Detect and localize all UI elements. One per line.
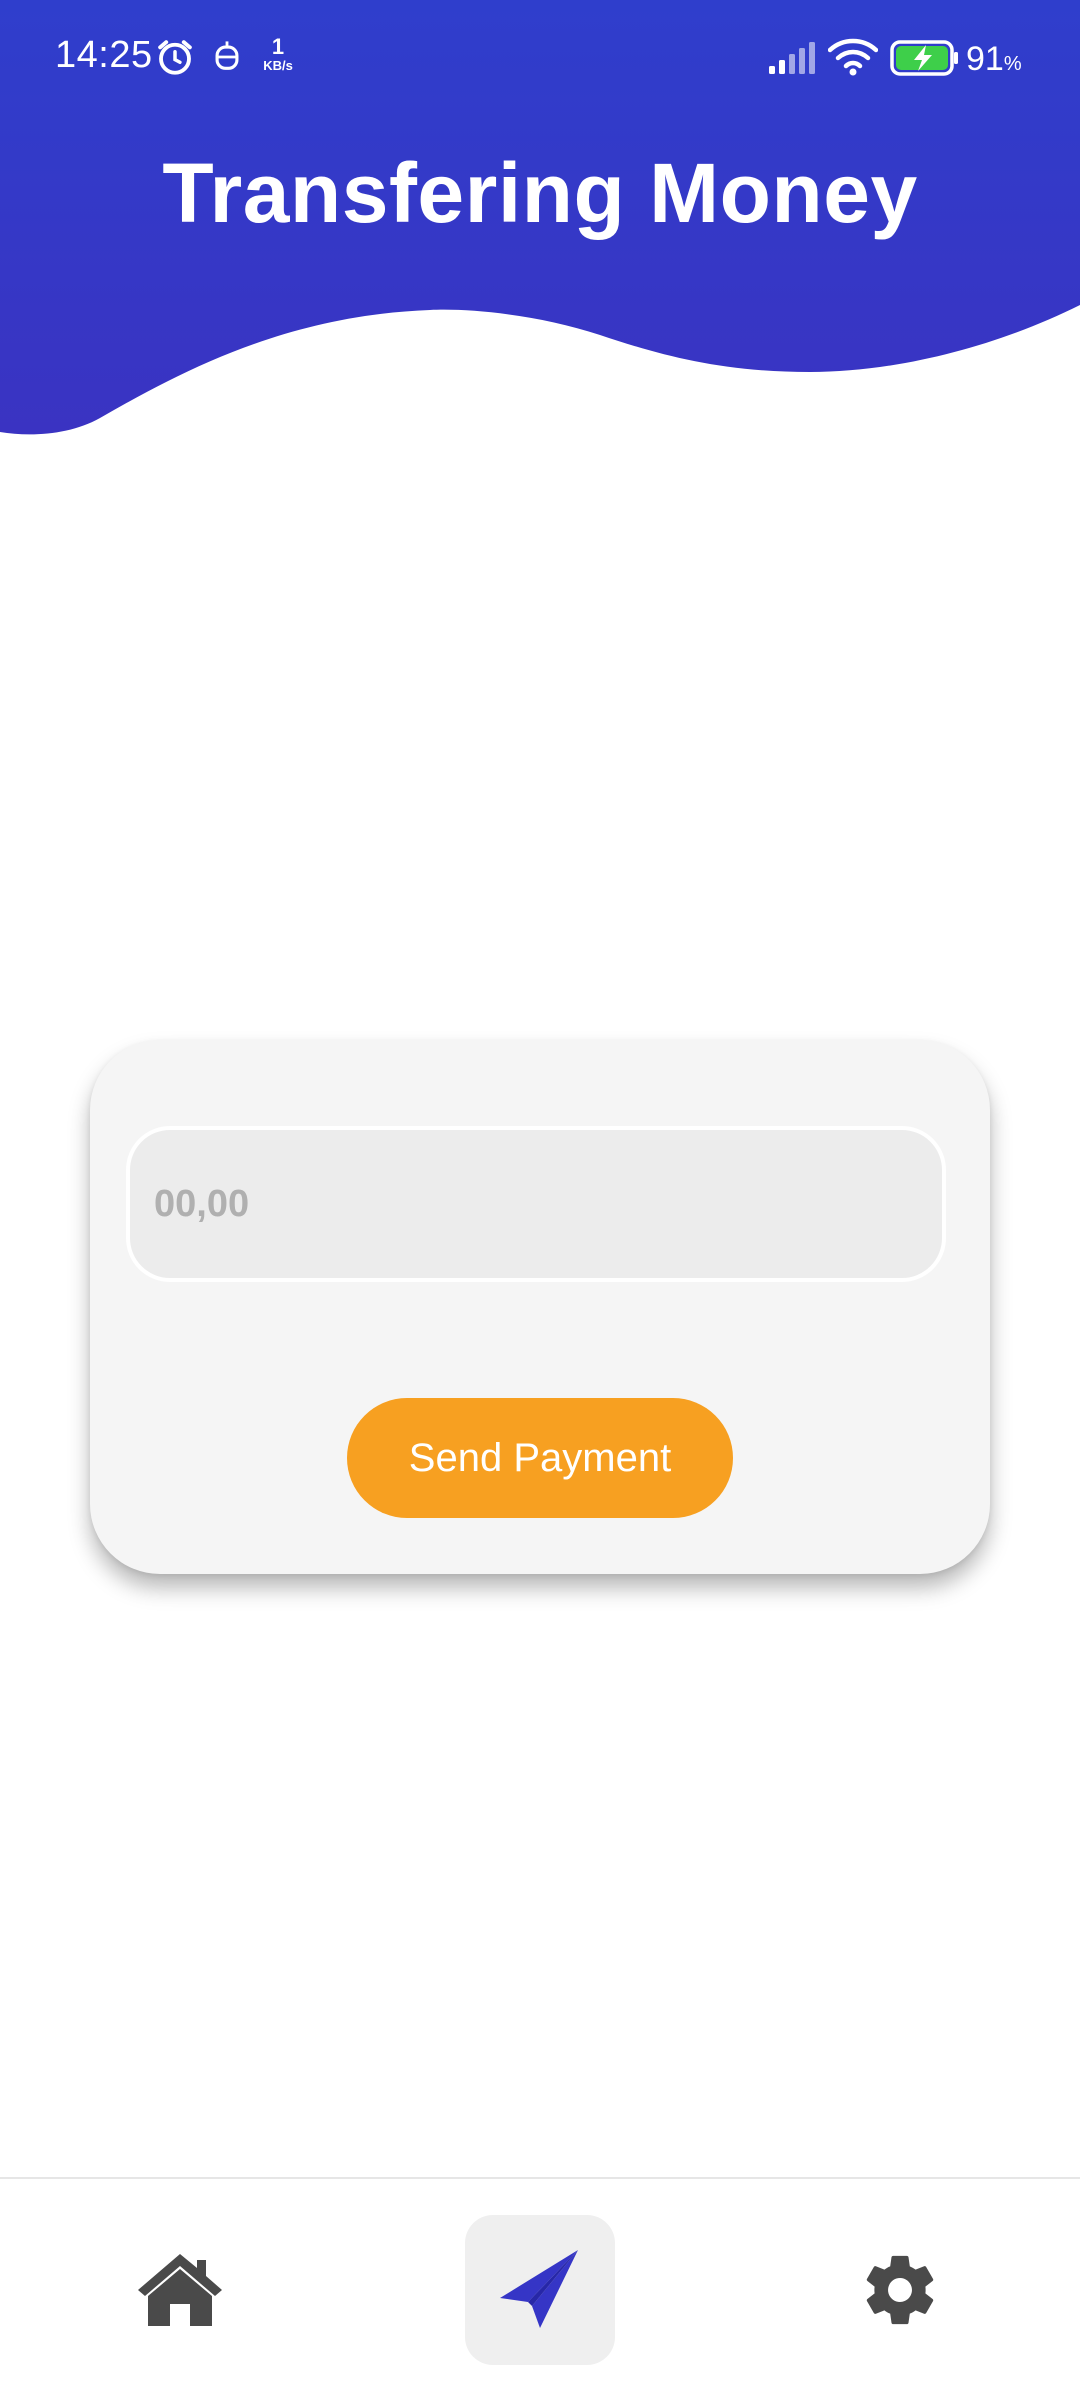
battery-percent-sign: % [1003,53,1022,75]
network-speed-unit: KB/s [263,58,293,73]
send-payment-button[interactable]: Send Payment [347,1398,733,1518]
alarm-icon [158,40,192,75]
amount-input[interactable] [126,1126,946,1282]
battery-charging-icon [890,40,958,76]
status-time: 14:25 [55,34,153,76]
page-title: Transfering Money [162,146,918,240]
robot-notification-icon [215,41,239,70]
signal-icon [769,42,815,74]
header: 14:25 1 KB/s 91% Transfering Money [0,0,1080,440]
wifi-icon [828,38,878,76]
gear-icon [866,2255,934,2325]
battery-percent-value: 91 [966,40,1004,78]
network-speed-indicator: 1 KB/s [258,34,298,73]
network-speed-value: 1 [271,34,285,59]
battery-percent: 91% [966,40,1022,79]
home-icon [138,2254,222,2326]
nav-home[interactable] [105,2215,255,2365]
nav-send[interactable] [465,2215,615,2365]
status-bar: 14:25 1 KB/s 91% [0,0,1080,116]
bottom-navigation [0,2177,1080,2402]
nav-settings[interactable] [825,2215,975,2365]
paper-plane-icon [500,2250,578,2328]
transfer-card: Send Payment [90,1040,990,1574]
